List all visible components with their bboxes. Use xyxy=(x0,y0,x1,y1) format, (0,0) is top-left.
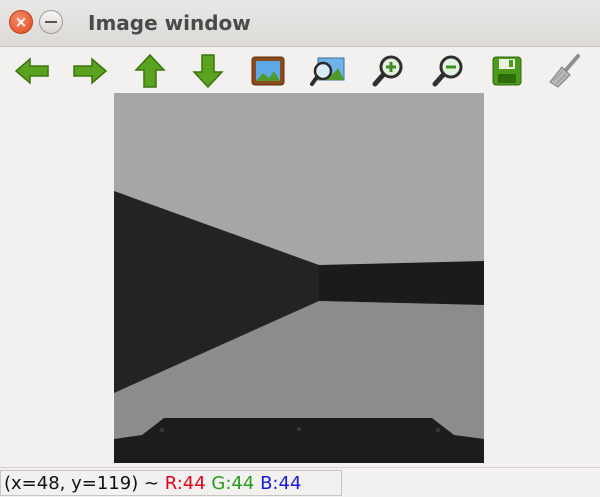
far-wall-region xyxy=(319,261,484,305)
zoom-image-icon xyxy=(310,57,345,86)
arrow-up-icon xyxy=(134,53,166,88)
up-button[interactable] xyxy=(130,52,170,90)
object-marker xyxy=(436,428,440,432)
object-marker xyxy=(297,427,301,431)
minimize-window-button[interactable] xyxy=(39,10,63,34)
clear-brush-icon xyxy=(549,54,580,88)
blue-value: B:44 xyxy=(260,473,302,494)
forward-button[interactable] xyxy=(70,52,110,90)
zoom-image-button[interactable] xyxy=(308,52,348,90)
cursor-coords: (x=48, y=119) ~ xyxy=(4,473,160,494)
save-button[interactable] xyxy=(487,52,527,90)
image-viewer[interactable] xyxy=(114,93,484,463)
red-value: R:44 xyxy=(164,473,206,494)
clear-button[interactable] xyxy=(545,52,585,90)
save-icon xyxy=(492,56,522,86)
camera-image xyxy=(114,93,484,463)
image-icon xyxy=(251,56,285,86)
minimize-icon xyxy=(45,21,57,23)
back-button[interactable] xyxy=(12,52,52,90)
zoom-in-button[interactable] xyxy=(368,52,408,90)
object-marker xyxy=(160,428,164,432)
green-value: G:44 xyxy=(211,473,255,494)
down-button[interactable] xyxy=(188,52,228,90)
zoom-out-icon xyxy=(432,55,463,87)
arrow-down-icon xyxy=(192,54,224,89)
close-icon: × xyxy=(14,13,28,31)
zoom-out-button[interactable] xyxy=(428,52,468,90)
zoom-in-icon xyxy=(372,55,403,87)
close-window-button[interactable]: × xyxy=(9,10,33,34)
pixel-info: (x=48, y=119) ~ R:44 G:44 B:44 xyxy=(4,473,301,494)
title-bar: × Image window xyxy=(0,0,600,47)
status-bar: (x=48, y=119) ~ R:44 G:44 B:44 xyxy=(0,467,600,497)
foreground-object xyxy=(114,418,484,463)
fit-image-button[interactable] xyxy=(248,52,288,90)
toolbar xyxy=(0,47,600,93)
window-title: Image window xyxy=(88,11,251,35)
arrow-left-icon xyxy=(14,57,49,85)
arrow-right-icon xyxy=(73,57,108,85)
